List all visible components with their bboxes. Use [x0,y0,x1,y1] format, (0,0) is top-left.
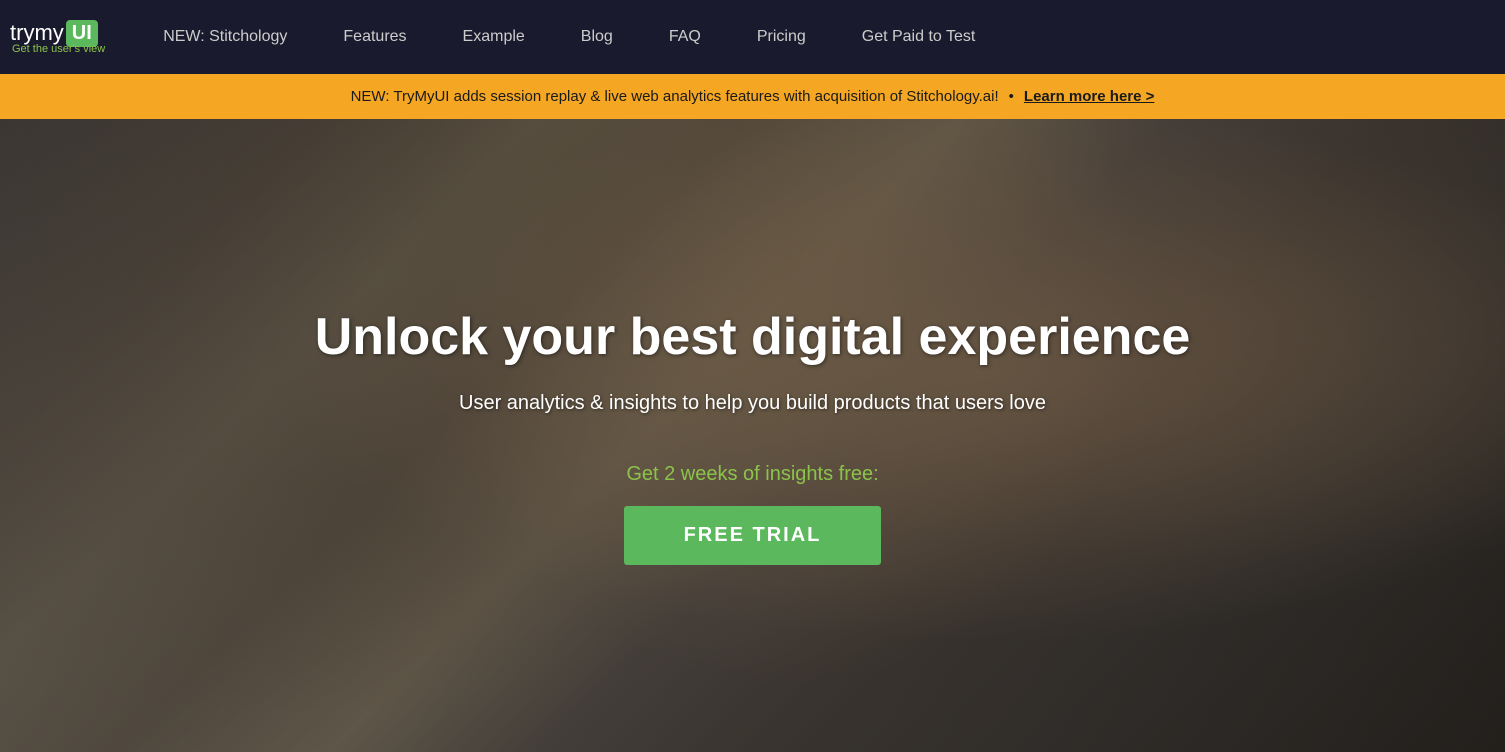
announcement-banner: NEW: TryMyUI adds session replay & live … [0,74,1505,119]
free-trial-button[interactable]: FREE TRIAL [624,506,882,565]
nav-link-get-paid[interactable]: Get Paid to Test [834,0,1004,74]
hero-subheadline: User analytics & insights to help you bu… [315,392,1191,415]
hero-content: Unlock your best digital experience User… [275,306,1231,565]
logo-link[interactable]: trymy UI Get the user's view [10,20,105,55]
announcement-link[interactable]: Learn more here > [1024,88,1154,105]
hero-cta-label: Get 2 weeks of insights free: [315,463,1191,486]
nav-links: NEW: Stitchology Features Example Blog F… [135,0,1003,74]
nav-link-pricing[interactable]: Pricing [729,0,834,74]
nav-link-blog[interactable]: Blog [553,0,641,74]
nav-link-features[interactable]: Features [315,0,434,74]
logo-tagline: Get the user's view [10,43,105,55]
announcement-text: NEW: TryMyUI adds session replay & live … [351,88,999,105]
nav-link-faq[interactable]: FAQ [641,0,729,74]
hero-section: Unlock your best digital experience User… [0,119,1505,752]
hero-headline: Unlock your best digital experience [315,306,1191,368]
announcement-dot: • [1009,88,1014,105]
nav-link-stitchology[interactable]: NEW: Stitchology [135,0,315,74]
nav-link-example[interactable]: Example [435,0,553,74]
navbar: trymy UI Get the user's view NEW: Stitch… [0,0,1505,74]
